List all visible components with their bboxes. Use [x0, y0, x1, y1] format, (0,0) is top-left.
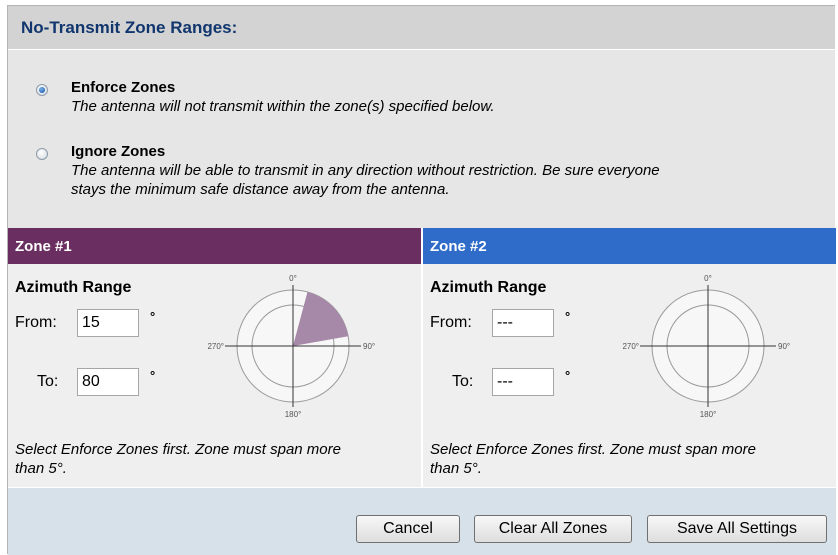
- zone-2-to-label: To:: [452, 373, 474, 390]
- dial-label-south: 180°: [285, 410, 302, 419]
- zone-1-note: Select Enforce Zones first. Zone must sp…: [15, 441, 341, 477]
- dial-label-west: 270°: [622, 342, 639, 351]
- enforce-zones-description: The antenna will not transmit within the…: [71, 98, 495, 115]
- zone-2-header: Zone #2: [423, 228, 836, 264]
- panel-header: No-Transmit Zone Ranges:: [8, 6, 835, 50]
- zone-2-from-degree: °: [565, 309, 571, 324]
- zone-1-to-input[interactable]: [77, 368, 139, 396]
- dial-label-south: 180°: [700, 410, 717, 419]
- save-all-settings-button[interactable]: Save All Settings: [647, 515, 827, 543]
- ignore-zones-description-line-1: The antenna will be able to transmit in …: [71, 162, 660, 179]
- zone-1-from-degree: °: [150, 309, 156, 324]
- dial-label-west: 270°: [207, 342, 224, 351]
- zone-2-azimuth-dial: 0° 90° 180° 270°: [622, 274, 790, 419]
- ignore-zones-label: Ignore Zones: [71, 143, 166, 160]
- zone-2-title: Zone #2: [430, 237, 487, 255]
- zone-2-azimuth-title: Azimuth Range: [430, 279, 547, 296]
- dial-label-east: 90°: [778, 342, 790, 351]
- zone-1-from-label: From:: [15, 314, 57, 331]
- dial-label-east: 90°: [363, 342, 375, 351]
- zone-1-azimuth-dial: 0° 90° 180° 270°: [207, 274, 375, 419]
- enforce-zones-radio[interactable]: [36, 84, 48, 96]
- no-transmit-zone-panel: No-Transmit Zone Ranges: Enforce Zones T…: [7, 5, 836, 555]
- zone-2-to-input[interactable]: [492, 368, 554, 396]
- cancel-button[interactable]: Cancel: [356, 515, 460, 543]
- button-bar: Cancel Clear All Zones Save All Settings: [8, 487, 836, 555]
- zone-1-header: Zone #1: [8, 228, 421, 264]
- zone-1-card: Zone #1 Azimuth Range From: ° To: ° 0° 9…: [8, 228, 423, 487]
- zone-1-title: Zone #1: [15, 237, 72, 255]
- zones-row: Zone #1 Azimuth Range From: ° To: ° 0° 9…: [8, 228, 836, 487]
- dial-label-north: 0°: [289, 274, 297, 283]
- zone-1-to-label: To:: [37, 373, 59, 390]
- panel-title: No-Transmit Zone Ranges:: [21, 17, 238, 37]
- zone-1-from-input[interactable]: [77, 309, 139, 337]
- zone-2-card: Zone #2 Azimuth Range From: ° To: ° 0° 9…: [423, 228, 836, 487]
- zone-1-azimuth-title: Azimuth Range: [15, 279, 132, 296]
- enforce-zones-label: Enforce Zones: [71, 79, 176, 96]
- enforce-zones-option[interactable]: Enforce Zones The antenna will not trans…: [36, 79, 495, 116]
- dial-label-north: 0°: [704, 274, 712, 283]
- ignore-zones-description-line-2: stays the minimum safe distance away fro…: [71, 181, 450, 198]
- zone-1-to-degree: °: [150, 368, 156, 383]
- zone-2-note: Select Enforce Zones first. Zone must sp…: [430, 441, 756, 477]
- zone-2-to-degree: °: [565, 368, 571, 383]
- ignore-zones-option[interactable]: Ignore Zones The antenna will be able to…: [36, 143, 660, 199]
- clear-all-zones-button[interactable]: Clear All Zones: [474, 515, 632, 543]
- zone-2-from-label: From:: [430, 314, 472, 331]
- ignore-zones-radio[interactable]: [36, 148, 48, 160]
- zone-2-from-input[interactable]: [492, 309, 554, 337]
